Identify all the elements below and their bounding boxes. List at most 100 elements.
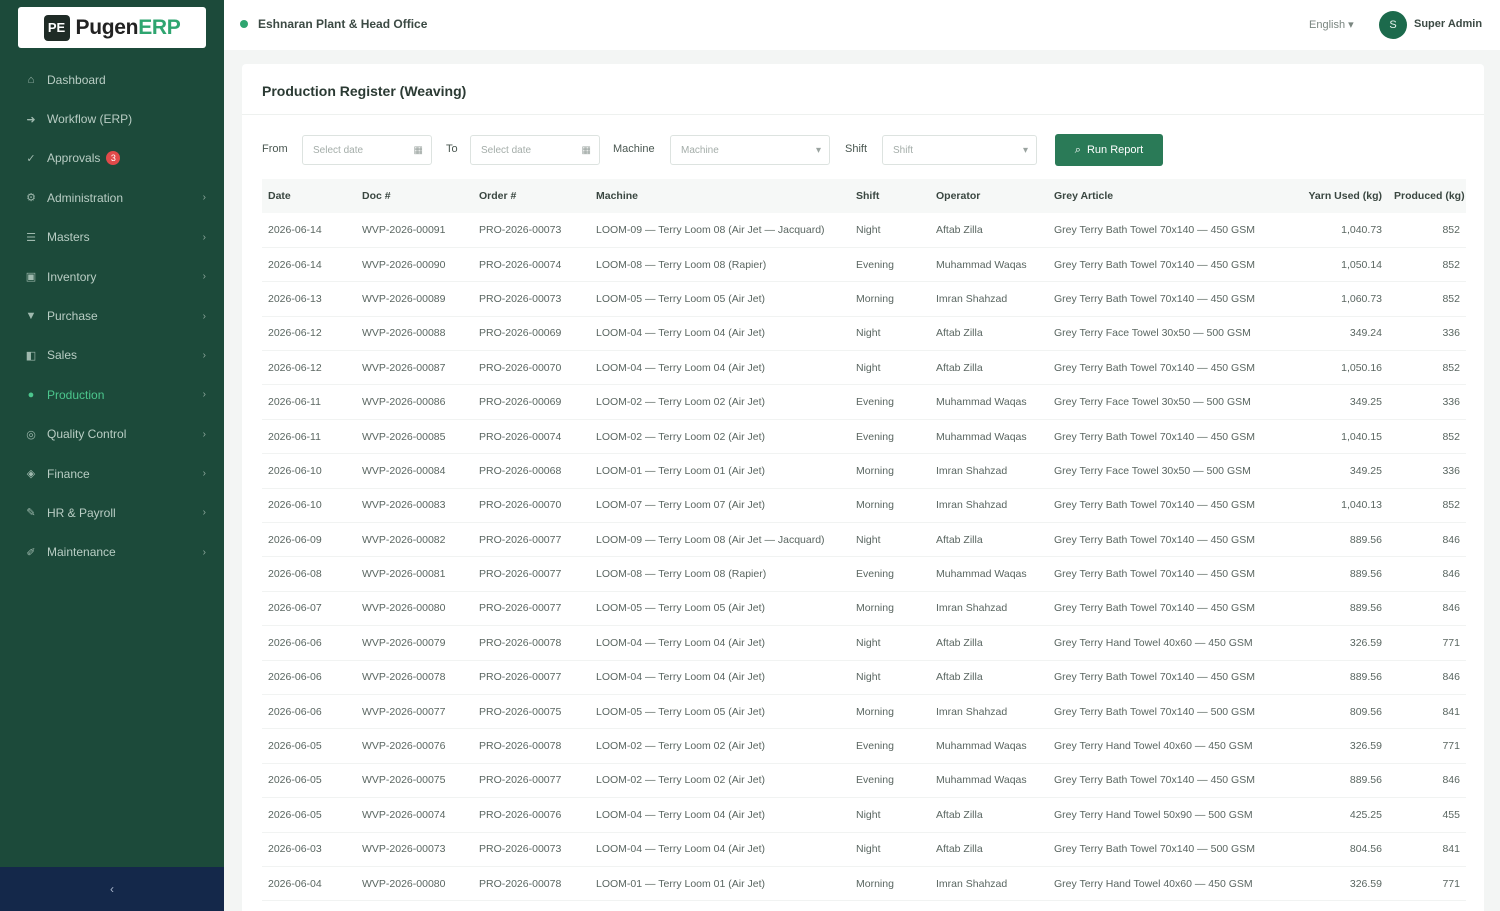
sidebar-item-label: Dashboard [47,72,106,87]
sidebar-item-finance[interactable]: ◈ Finance › [0,454,224,493]
divider [242,114,1484,115]
table-row[interactable]: 2026-06-08 WVP-2026-00081 PRO-2026-00077 LO… [262,556,1466,592]
sidebar-item-dashboard[interactable]: ⌂ Dashboard [0,60,224,99]
table-cell: 349.25 [1288,453,1388,489]
table-row[interactable]: 2026-06-11 WVP-2026-00086 PRO-2026-00069 LO… [262,384,1466,420]
app-logo[interactable]: PE PugenERP [18,7,206,48]
table-cell: 1,040.13 [1288,488,1388,524]
table-cell: 846 [1388,522,1466,558]
table-cell: LOOM-02 — Terry Loom 02 (Air Jet) [590,728,850,764]
table-cell: 2026-06-13 [262,281,356,317]
table-cell: Imran Shahzad [930,488,1048,524]
sidebar-item-production[interactable]: ● Production › [0,375,224,414]
finance-icon: ◈ [26,468,36,481]
table-row[interactable]: 2026-06-09 WVP-2026-00082 PRO-2026-00077 LO… [262,522,1466,558]
table-cell: Imran Shahzad [930,694,1048,730]
table-cell: Grey Terry Face Towel 30x50 — 500 GSM [1048,384,1288,420]
table-row[interactable]: 2026-06-10 WVP-2026-00084 PRO-2026-00068 LO… [262,453,1466,489]
sidebar-item-quality-control[interactable]: ◎ Quality Control › [0,415,224,454]
table-cell: Evening [850,763,930,799]
table-cell: PRO-2026-00070 [473,350,590,386]
column-header[interactable]: Machine [590,179,850,213]
machine-select[interactable]: Machine ▾ [670,135,830,165]
from-date-input[interactable]: Select date ▦ [302,135,432,165]
table-cell: LOOM-01 — Terry Loom 01 (Air Jet) [590,453,850,489]
table-cell: 2026-06-07 [262,591,356,627]
column-header[interactable]: Order # [473,179,590,213]
breadcrumb[interactable]: Eshnaran Plant & Head Office [240,17,427,31]
sidebar-item-maintenance[interactable]: ✐ Maintenance › [0,533,224,572]
sidebar-item-label: HR & Payroll [47,505,116,520]
table-row[interactable]: 2026-06-06 WVP-2026-00077 PRO-2026-00075 LO… [262,694,1466,730]
table-row[interactable]: 2026-06-05 WVP-2026-00076 PRO-2026-00078 LO… [262,728,1466,764]
column-header[interactable]: Shift [850,179,930,213]
from-date-placeholder: Select date [313,144,364,156]
table-cell: LOOM-04 — Terry Loom 04 (Air Jet) [590,832,850,867]
table-cell: LOOM-02 — Terry Loom 02 (Air Jet) [590,384,850,420]
table-cell: 2026-06-06 [262,694,356,730]
sidebar-item-workflow-erp[interactable]: ➜ Workflow (ERP) [0,99,224,138]
quality-icon: ◎ [26,428,36,441]
sidebar-item-approvals[interactable]: ✓ Approvals 3 [0,139,224,178]
language-select[interactable]: English ▾ [1309,18,1354,31]
table-row[interactable]: 2026-06-12 WVP-2026-00087 PRO-2026-00070 LO… [262,350,1466,386]
table-cell: Grey Terry Bath Towel 70x140 — 450 GSM [1048,350,1288,386]
table-cell: PRO-2026-00069 [473,384,590,420]
sidebar-item-masters[interactable]: ☰ Masters › [0,218,224,257]
calendar-icon: ▦ [413,144,423,156]
table-cell: 889.56 [1288,591,1388,627]
table-row[interactable]: 2026-06-07 WVP-2026-00080 PRO-2026-00077 LO… [262,591,1466,627]
table-cell: Aftab Zilla [930,213,1048,248]
table-cell: PRO-2026-00076 [473,797,590,833]
to-date-input[interactable]: Select date ▦ [470,135,600,165]
table-cell: 2026-06-14 [262,213,356,248]
table-row[interactable]: 2026-06-11 WVP-2026-00085 PRO-2026-00074 LO… [262,419,1466,455]
column-header[interactable]: Operator [930,179,1048,213]
run-report-button[interactable]: ⌕ Run Report [1055,134,1163,166]
to-date-placeholder: Select date [481,144,532,156]
sidebar-item-hr-payroll[interactable]: ✎ HR & Payroll › [0,493,224,532]
column-header[interactable]: Produced (kg) [1388,179,1466,213]
table-cell: LOOM-05 — Terry Loom 05 (Air Jet) [590,694,850,730]
user-name[interactable]: Super Admin [1414,18,1482,30]
table-cell: LOOM-04 — Terry Loom 04 (Air Jet) [590,625,850,661]
table-row[interactable]: 2026-06-14 WVP-2026-00090 PRO-2026-00074 LO… [262,247,1466,283]
table-cell: LOOM-09 — Terry Loom 08 (Air Jet — Jacqu… [590,213,850,248]
table-row[interactable]: 2026-06-14 WVP-2026-00091 PRO-2026-00073 LO… [262,213,1466,248]
column-header[interactable]: Yarn Used (kg) [1288,179,1388,213]
table-row[interactable]: 2026-06-05 WVP-2026-00074 PRO-2026-00076 LO… [262,797,1466,833]
shift-placeholder: Shift [893,144,914,156]
table-row[interactable]: 2026-06-10 WVP-2026-00083 PRO-2026-00070 LO… [262,488,1466,524]
home-icon: ⌂ [27,73,35,86]
sidebar-item-administration[interactable]: ⚙ Administration › [0,178,224,217]
table-cell: 846 [1388,660,1466,695]
sidebar-item-sales[interactable]: ◧ Sales › [0,336,224,375]
table-cell: WVP-2026-00082 [356,522,473,558]
table-cell: 889.56 [1288,522,1388,558]
table-row[interactable]: 2026-06-03 WVP-2026-00073 PRO-2026-00073 LO… [262,832,1466,867]
column-header[interactable]: Grey Article [1048,179,1288,213]
sidebar-item-purchase[interactable]: ▼ Purchase › [0,296,224,335]
table-cell: Grey Terry Bath Towel 70x140 — 450 GSM [1048,556,1288,592]
table-cell: Evening [850,247,930,283]
column-header[interactable]: Date [262,179,356,213]
table-row[interactable]: 2026-06-05 WVP-2026-00075 PRO-2026-00077 LO… [262,763,1466,799]
avatar[interactable]: S [1379,11,1407,39]
table-cell: 2026-06-08 [262,556,356,592]
table-row[interactable]: 2026-06-06 WVP-2026-00079 PRO-2026-00078 LO… [262,625,1466,661]
table-cell: Morning [850,591,930,627]
table-row[interactable]: 2026-06-13 WVP-2026-00089 PRO-2026-00073 LO… [262,281,1466,317]
table-row[interactable]: 2026-06-12 WVP-2026-00088 PRO-2026-00069 LO… [262,316,1466,352]
shift-select[interactable]: Shift ▾ [882,135,1037,165]
column-header[interactable]: Doc # [356,179,473,213]
table-cell: WVP-2026-00086 [356,384,473,420]
table-cell: WVP-2026-00091 [356,213,473,248]
sidebar-collapse-button[interactable]: ‹ [0,867,224,911]
table-row[interactable]: 2026-06-04 WVP-2026-00080 PRO-2026-00078 LO… [262,866,1466,902]
table-cell: Night [850,522,930,558]
table-cell: 2026-06-04 [262,866,356,902]
sidebar-item-inventory[interactable]: ▣ Inventory › [0,257,224,296]
from-label: From [262,143,288,155]
table-row[interactable]: 2026-06-06 WVP-2026-00078 PRO-2026-00077 LO… [262,660,1466,695]
table-cell: Muhammad Waqas [930,556,1048,592]
